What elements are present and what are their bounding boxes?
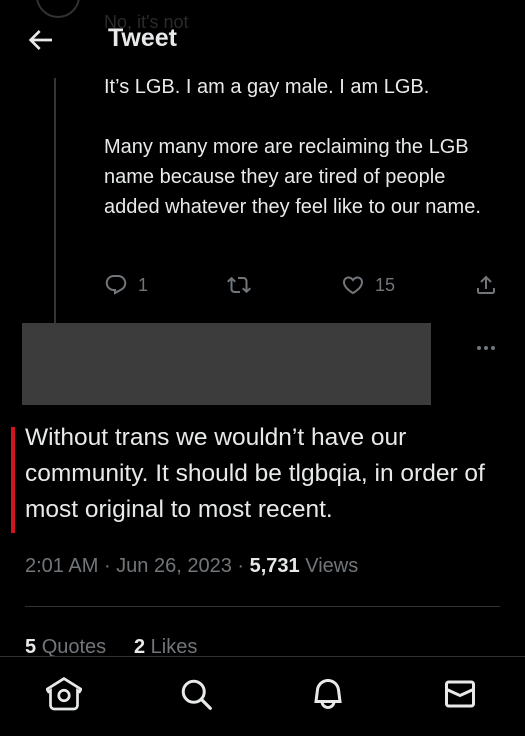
tweet-date[interactable]: Jun 26, 2023 (116, 555, 232, 577)
heart-icon (342, 276, 364, 295)
reply-icon (105, 275, 127, 295)
highlight-bar (11, 427, 15, 533)
messages-button[interactable] (442, 676, 478, 712)
divider (25, 606, 500, 607)
separator-dot: · (237, 555, 250, 577)
more-options-button[interactable] (474, 336, 498, 360)
search-icon (181, 679, 212, 710)
likes-label: Likes (150, 636, 198, 658)
reply-count: 1 (138, 274, 149, 295)
back-button[interactable] (24, 24, 56, 56)
share-icon (477, 275, 495, 294)
tweet-text: Without trans we wouldn’t have our commu… (25, 424, 485, 523)
arrow-left-icon (28, 30, 52, 50)
tweet-meta: 2:01 AM · Jun 26, 2023 · 5,731 Views (25, 555, 358, 578)
quotes-link[interactable]: 5 Quotes (25, 636, 106, 658)
home-icon (45, 676, 83, 711)
messages-icon (444, 680, 475, 708)
likes-link[interactable]: 2 Likes (134, 636, 197, 658)
more-icon (477, 346, 495, 350)
notifications-button[interactable] (310, 676, 346, 712)
separator-dot: · (103, 555, 117, 577)
search-button[interactable] (178, 676, 214, 712)
likes-count: 2 (133, 636, 146, 658)
redacted-author-block (22, 323, 431, 405)
quotes-label: Quotes (41, 636, 107, 658)
tweet-time[interactable]: 2:01 AM (25, 555, 98, 577)
reply-button[interactable]: 1 (104, 272, 148, 298)
views-label: Views (305, 555, 359, 577)
page-title: Tweet (108, 24, 177, 52)
retweet-button[interactable] (227, 272, 251, 298)
parent-tweet-text: It’s LGB. I am a gay male. I am LGB. Man… (104, 76, 481, 218)
home-button[interactable] (45, 676, 83, 712)
like-count: 15 (375, 274, 396, 295)
top-bar (0, 0, 525, 78)
like-button[interactable]: 15 (341, 272, 395, 298)
thread-connector-line (54, 78, 56, 326)
notifications-icon (314, 679, 342, 709)
views-count: 5,731 (249, 555, 300, 577)
quotes-count: 5 (25, 636, 37, 658)
retweet-icon (227, 276, 251, 294)
share-button[interactable] (474, 272, 498, 298)
